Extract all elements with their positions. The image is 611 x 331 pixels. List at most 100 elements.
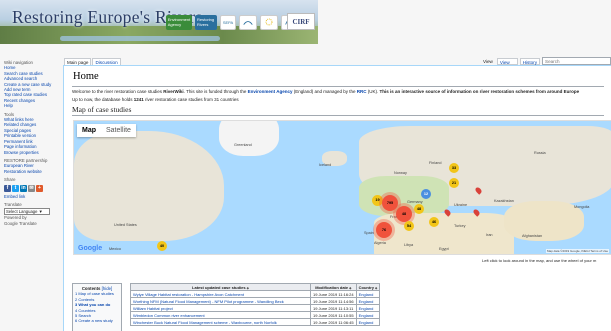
map-cluster-us[interactable]: 40	[157, 241, 167, 251]
header-latest-case-studies[interactable]: Latest updated case studies◆	[130, 283, 311, 291]
case-study-map[interactable]: Map Satellite Greenland Iceland Russia K…	[73, 120, 611, 255]
sidebar-tools: Tools What links here Related changes Sp…	[0, 112, 62, 155]
email-icon[interactable]: ✉	[28, 184, 35, 192]
twitter-icon[interactable]: t	[12, 184, 19, 192]
header-country[interactable]: Country◆	[355, 283, 381, 291]
case-study-cell: Winchester Buck Natural Flood Management…	[130, 318, 311, 326]
sort-icon[interactable]: ◆	[375, 286, 377, 290]
linkedin-icon[interactable]: in	[20, 184, 27, 192]
map-cluster-uk[interactable]: 795	[382, 195, 398, 211]
intro-mid1: . This site is funded through the	[183, 89, 248, 94]
case-study-cell: Worthing NFM (Natural Flood Management) …	[130, 297, 311, 305]
rrc-logo[interactable]: Restoring Rivers	[195, 14, 217, 30]
share-heading: Share	[4, 177, 16, 183]
country-link[interactable]: England	[359, 306, 374, 311]
tab-main-page[interactable]: Main page	[64, 58, 92, 65]
date-cell: 19 June 2019 11:16:24	[310, 290, 357, 298]
tab-view[interactable]: View	[481, 58, 495, 65]
header-modification-date[interactable]: Modification date◆	[310, 283, 357, 291]
satellite-view-button[interactable]: Satellite	[101, 124, 136, 137]
country-link[interactable]: England	[359, 320, 374, 325]
sidebar: Wiki navigation Home Search case studies…	[0, 60, 62, 229]
country-link[interactable]: England	[359, 313, 374, 318]
sidebar-translate: Translate Select Language ▼ Powered by G…	[0, 202, 62, 226]
map-cluster-denmark[interactable]: 12	[421, 189, 431, 199]
map-label-ukraine: Ukraine	[454, 203, 468, 207]
date-cell: 19 June 2019 11:13:11	[310, 304, 357, 312]
sidebar-partnership: RESTORE partnership European River Resto…	[0, 158, 62, 174]
map-label-egypt: Egypt	[439, 247, 449, 251]
count-suffix: river restoration case studies from 31 c…	[143, 97, 239, 102]
map-label-mongolia: Mongolia	[574, 205, 590, 209]
date-cell: 19 June 2019 11:06:45	[310, 318, 357, 326]
map-cluster-scandinavia-1[interactable]: 33	[449, 163, 459, 173]
map-cluster-italy[interactable]: 54	[404, 221, 414, 231]
map-heading: Map of case studies	[72, 105, 132, 114]
map-terms[interactable]: Map data ©2019 Google, INEGI Terms of Us…	[545, 249, 609, 253]
map-view-button[interactable]: Map	[77, 124, 101, 137]
case-study-cell: Wylye Village Habitat restoration - Hamp…	[130, 290, 311, 298]
page-tabs: Main page Discussion	[64, 58, 121, 65]
date-cell: 19 June 2019 11:14:56	[310, 297, 357, 305]
map-label-greenland: Greenland	[234, 143, 252, 147]
case-study-link[interactable]: Winchester Buck Natural Flood Management…	[133, 320, 277, 325]
map-label-afghanistan: Afghanistan	[522, 234, 543, 238]
banner-river	[60, 36, 220, 41]
environment-agency-link[interactable]: Environment Agency	[248, 89, 293, 94]
google-translate-label[interactable]: Google Translate	[4, 221, 62, 226]
tab-discussion[interactable]: Discussion	[92, 58, 121, 65]
sidebar-item-help[interactable]: Help	[4, 103, 62, 108]
rrc-link[interactable]: RRC	[357, 89, 367, 94]
map-label-kazakhstan: Kazakhstan	[494, 199, 514, 203]
search-input[interactable]	[542, 57, 611, 65]
case-study-link[interactable]: Wylye Village Habitat restoration - Hamp…	[133, 292, 244, 297]
table-of-contents: Contents [hide] 1 Map of case studies 2 …	[72, 283, 122, 331]
table-header-row: Latest updated case studies◆ Modificatio…	[130, 283, 381, 291]
case-study-link[interactable]: Wimbledon Common river enhancement	[133, 313, 205, 318]
greenland-land	[219, 121, 279, 156]
facebook-icon[interactable]: f	[4, 184, 11, 192]
country-link[interactable]: England	[359, 292, 374, 297]
embed-link[interactable]: Embed link	[4, 194, 62, 199]
tab-view-source[interactable]: View source	[496, 57, 518, 70]
map-cluster-germany[interactable]: 48	[414, 204, 424, 214]
riverwiki-name: RiverWiki	[163, 89, 184, 94]
date-cell: 19 June 2019 11:10:55	[310, 311, 357, 319]
cirf-logo[interactable]: CIRF	[287, 13, 315, 30]
sort-icon[interactable]: ◆	[247, 286, 249, 290]
sidebar-item-browse-properties[interactable]: Browse properties	[4, 150, 62, 155]
map-label-finland: Finland	[429, 161, 442, 165]
toc-hide-link[interactable]: [hide]	[102, 286, 113, 291]
more-share-icon[interactable]: +	[36, 184, 43, 192]
tab-history[interactable]: History	[519, 57, 540, 65]
case-study-count: Up to now, the database holds 1241 river…	[72, 97, 239, 102]
latest-case-studies-table: Latest updated case studies◆ Modificatio…	[130, 283, 381, 326]
map-cluster-east-europe[interactable]: 46	[429, 217, 439, 227]
translate-heading: Translate	[4, 201, 22, 207]
country-cell: England	[355, 318, 381, 326]
map-cluster-spain[interactable]: 76	[376, 222, 392, 238]
toc-item-create[interactable]: 6 Create a new study	[75, 318, 119, 323]
view-tabs: View View source History	[481, 57, 611, 70]
google-logo[interactable]: Google	[78, 245, 102, 252]
case-study-link[interactable]: William Habitat project	[133, 306, 173, 311]
map-cluster-france[interactable]: 48	[396, 206, 412, 222]
banner-image[interactable]: Restoring Europe's Rivers Environment Ag…	[0, 0, 318, 44]
sidebar-navigation: Wiki navigation Home Search case studies…	[0, 60, 62, 109]
uk-logo[interactable]	[239, 14, 257, 30]
map-cluster-scandinavia-2[interactable]: 21	[449, 178, 459, 188]
country-cell: England	[355, 311, 381, 319]
country-link[interactable]: England	[359, 299, 374, 304]
eu-logo[interactable]	[260, 14, 278, 30]
map-label-norway: Norway	[394, 171, 407, 175]
intro-mid3: (UK).	[366, 89, 380, 94]
header-label: Latest updated case studies	[192, 284, 246, 290]
sidebar-item-restoration-website[interactable]: Restoration website	[4, 169, 62, 174]
language-select[interactable]: Select Language ▼	[4, 208, 50, 216]
case-study-link[interactable]: Worthing NFM (Natural Flood Management) …	[133, 299, 284, 304]
sepa-logo[interactable]: SEPA	[220, 14, 236, 30]
map-label-iran: Iran	[486, 233, 493, 237]
environment-agency-logo[interactable]: Environment Agency	[166, 14, 192, 30]
sort-icon[interactable]: ◆	[349, 286, 351, 290]
case-study-cell: William Habitat project	[130, 304, 311, 312]
